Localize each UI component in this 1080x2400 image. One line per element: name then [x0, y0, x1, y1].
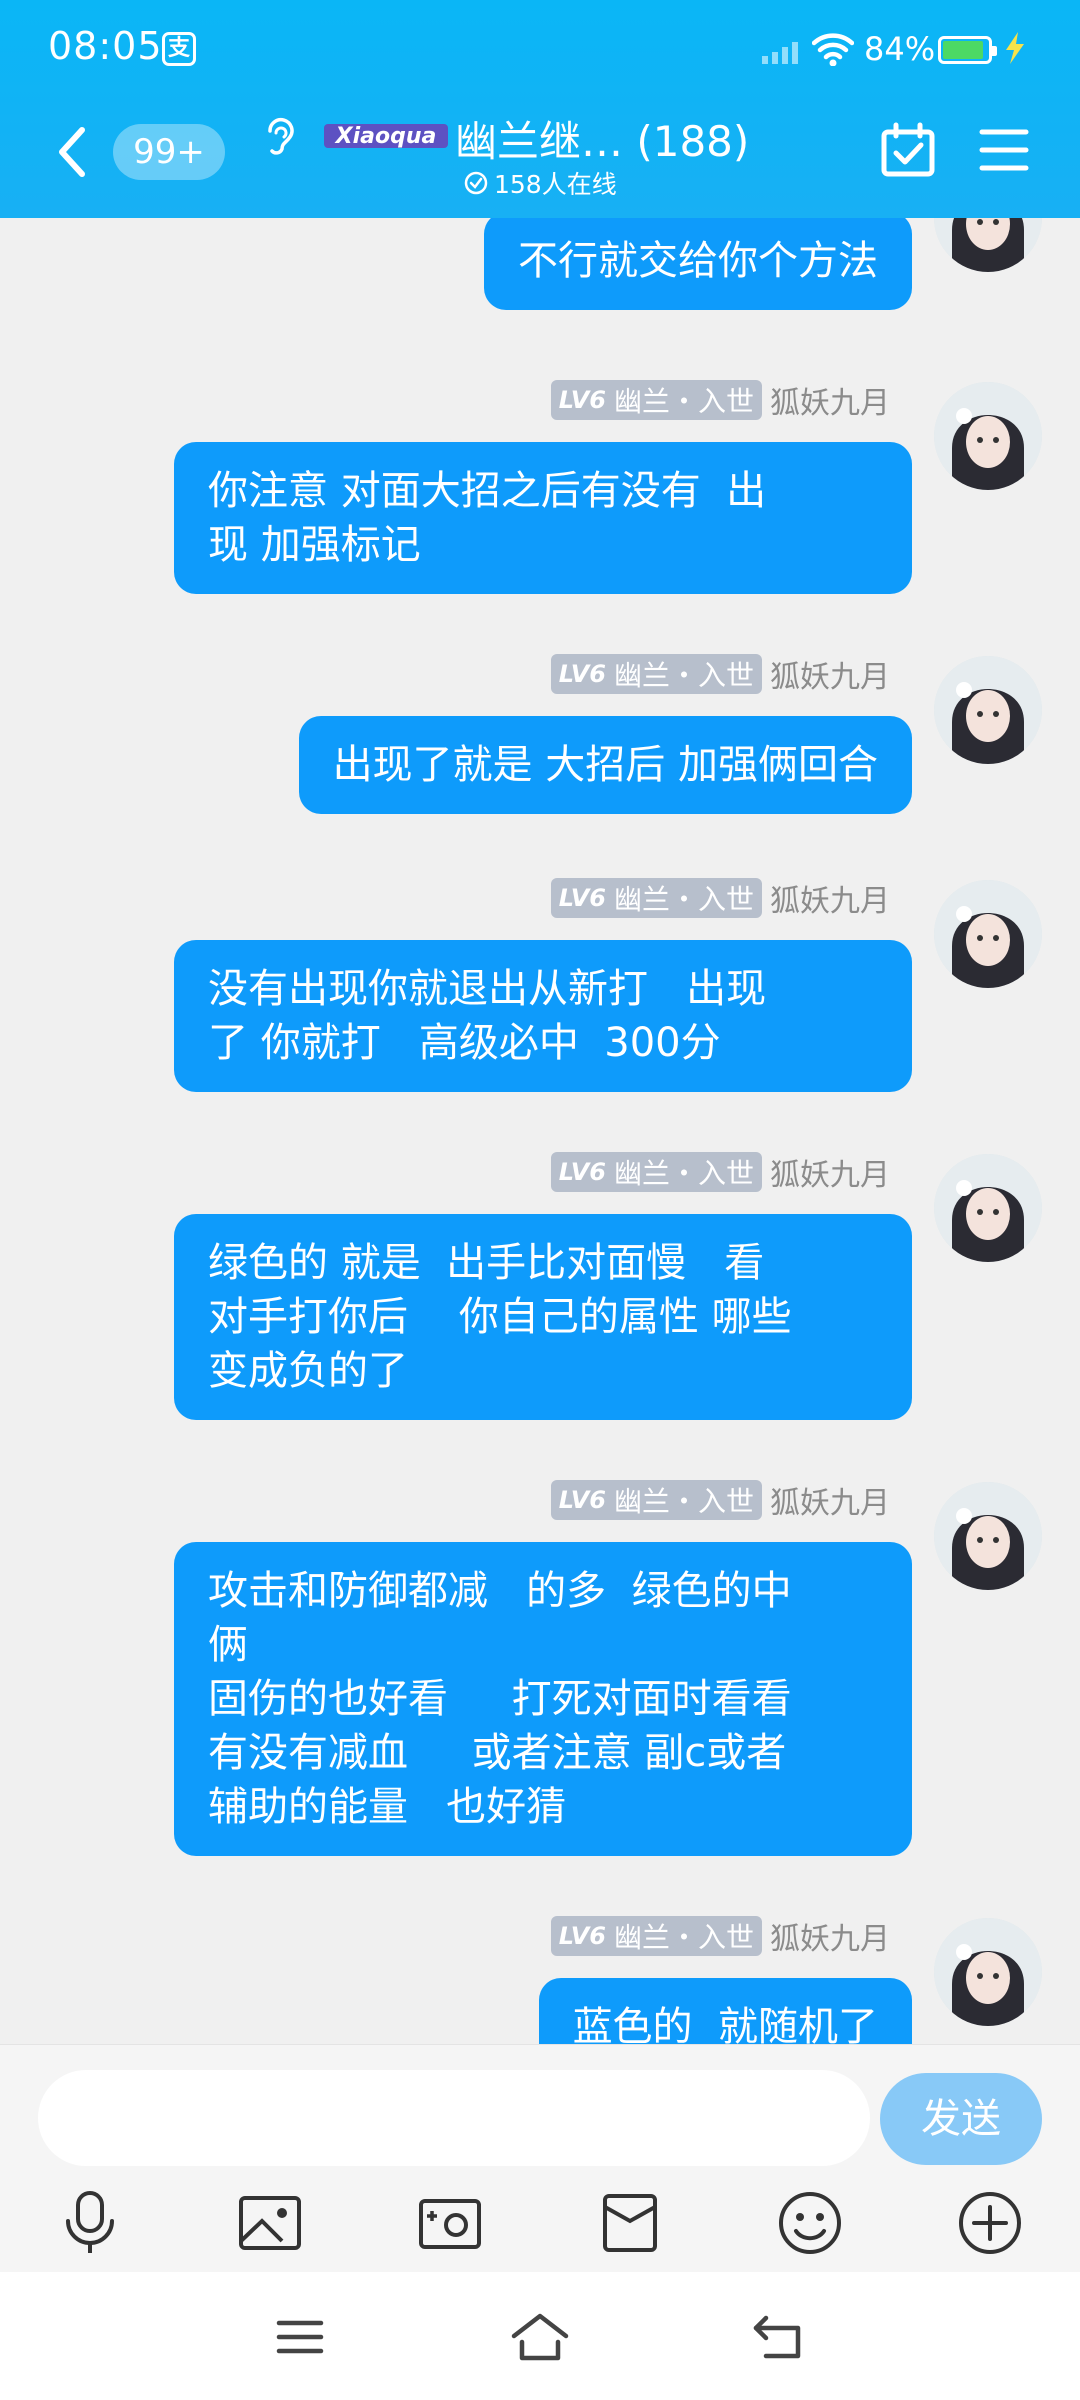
payment-app-icon: 支: [162, 32, 196, 66]
menu-icon[interactable]: [978, 126, 1030, 174]
avatar[interactable]: [934, 1918, 1042, 2026]
message-bubble[interactable]: 出现了就是 大招后 加强俩回合: [298, 716, 912, 814]
avatar[interactable]: [934, 218, 1042, 272]
system-nav-bar: [0, 2272, 1080, 2400]
sender-meta: LV6 幽兰・入世 狐妖九月: [550, 378, 890, 422]
clock: 08:05: [48, 24, 163, 68]
message-bubble[interactable]: 蓝色的 就随机了: [538, 1978, 912, 2044]
avatar[interactable]: [934, 1154, 1042, 1262]
sender-nickname[interactable]: 狐妖九月: [770, 652, 890, 696]
sender-nickname[interactable]: 狐妖九月: [770, 1914, 890, 1958]
group-logo: Xiaoqua: [324, 124, 448, 149]
status-bar: 08:05 支 84%: [0, 0, 1080, 100]
sender-nickname[interactable]: 狐妖九月: [770, 876, 890, 920]
avatar[interactable]: [934, 880, 1042, 988]
sender-meta: LV6 幽兰・入世 狐妖九月: [550, 1914, 890, 1958]
battery-icon: [938, 36, 997, 64]
recent-apps-icon[interactable]: [265, 2302, 335, 2372]
unread-badge[interactable]: 99+: [113, 124, 225, 180]
avatar[interactable]: [934, 1482, 1042, 1590]
emoji-icon[interactable]: [770, 2183, 850, 2263]
group-logo-text: Xiaoqua: [334, 124, 437, 149]
back-arrow-icon[interactable]: [52, 124, 92, 180]
plus-icon[interactable]: [950, 2183, 1030, 2263]
avatar[interactable]: [934, 382, 1042, 490]
member-title-tag: LV6 幽兰・入世: [550, 654, 762, 694]
sender-meta: LV6 幽兰・入世 狐妖九月: [550, 1478, 890, 1522]
message-bubble[interactable]: 攻击和防御都减 的多 绿色的中 俩 固伤的也好看 打死对面时看看 有没有减血 或…: [174, 1542, 912, 1856]
group-title[interactable]: 幽兰继… (188): [455, 108, 749, 169]
sender-nickname[interactable]: 狐妖九月: [770, 1150, 890, 1194]
online-count: 158人在线: [494, 170, 617, 199]
back-icon[interactable]: [745, 2302, 815, 2372]
member-title-tag: LV6 幽兰・入世: [550, 1916, 762, 1956]
online-check-icon: [464, 171, 488, 195]
sender-meta: LV6 幽兰・入世 狐妖九月: [550, 652, 890, 696]
online-status[interactable]: 158人在线: [464, 165, 617, 201]
message-input[interactable]: [38, 2070, 870, 2166]
signal-icon: [762, 42, 798, 64]
message-bubble[interactable]: 你注意 对面大招之后有没有 出 现 加强标记: [174, 442, 912, 594]
member-title-tag: LV6 幽兰・入世: [550, 380, 762, 420]
member-title-tag: LV6 幽兰・入世: [550, 878, 762, 918]
mic-icon[interactable]: [50, 2183, 130, 2263]
send-button[interactable]: 发送: [880, 2073, 1042, 2165]
red-packet-icon[interactable]: [590, 2183, 670, 2263]
calendar-check-icon[interactable]: [880, 122, 936, 178]
message-bubble[interactable]: 绿色的 就是 出手比对面慢 看 对手打你后 你自己的属性 哪些 变成负的了: [174, 1214, 912, 1420]
avatar[interactable]: [934, 656, 1042, 764]
message-list[interactable]: 不行就交给你个方法 LV6 幽兰・入世 狐妖九月 你注意 对面大招之后有没有 出 …: [0, 218, 1080, 2044]
battery-percent: 84%: [864, 30, 936, 68]
charging-icon: [1006, 32, 1024, 64]
message-bubble[interactable]: 不行就交给你个方法: [484, 218, 912, 310]
home-icon[interactable]: [505, 2302, 575, 2372]
image-icon[interactable]: [230, 2183, 310, 2263]
sender-meta: LV6 幽兰・入世 狐妖九月: [550, 1150, 890, 1194]
sender-nickname[interactable]: 狐妖九月: [770, 1478, 890, 1522]
wifi-icon: [812, 33, 854, 66]
input-area: 发送: [0, 2044, 1080, 2272]
ear-icon[interactable]: [262, 115, 298, 161]
member-title-tag: LV6 幽兰・入世: [550, 1480, 762, 1520]
sender-meta: LV6 幽兰・入世 狐妖九月: [550, 876, 890, 920]
camera-icon[interactable]: [410, 2183, 490, 2263]
message-bubble[interactable]: 没有出现你就退出从新打 出现 了 你就打 高级必中 300分: [174, 940, 912, 1092]
member-title-tag: LV6 幽兰・入世: [550, 1152, 762, 1192]
sender-nickname[interactable]: 狐妖九月: [770, 378, 890, 422]
chat-header: 08:05 支 84% 99+ Xiaoqua 幽兰继… (188) 158人在…: [0, 0, 1080, 218]
